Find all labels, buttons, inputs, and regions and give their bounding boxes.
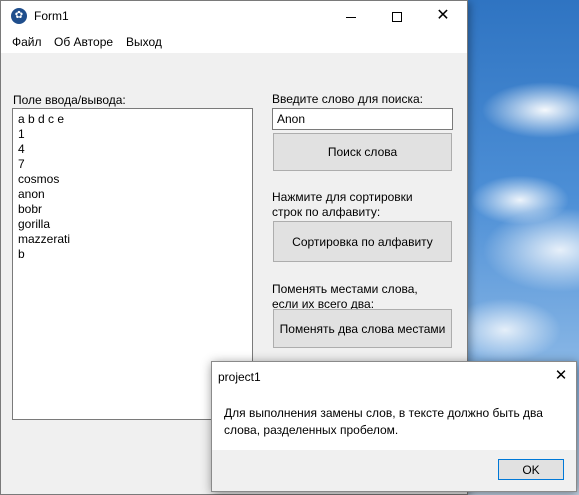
- dialog-title: project1: [218, 370, 261, 384]
- menu-bar: Файл Об Авторе Выход: [1, 31, 467, 53]
- sort-label-line2: строк по алфавиту:: [272, 205, 381, 219]
- dialog-message-line2: слова, разделенных пробелом.: [224, 423, 399, 437]
- io-line: 7: [18, 157, 25, 171]
- dialog-close-button[interactable]: ✕: [551, 366, 571, 386]
- close-icon: ✕: [436, 7, 450, 24]
- dialog-message-line1: Для выполнения замены слов, в тексте дол…: [224, 406, 543, 420]
- dialog-footer: OK: [212, 450, 576, 491]
- minimize-icon: [346, 16, 356, 18]
- window-title: Form1: [34, 9, 69, 23]
- paw-icon: ✿: [11, 8, 27, 24]
- io-line: b: [18, 247, 25, 261]
- io-line: gorilla: [18, 217, 51, 231]
- io-line: 4: [18, 142, 25, 156]
- message-dialog: project1 ✕ Для выполнения замены слов, в…: [211, 361, 577, 492]
- io-line: 1: [18, 127, 25, 141]
- minimize-button[interactable]: [328, 1, 374, 31]
- menu-file[interactable]: Файл: [12, 35, 42, 49]
- io-line: a b d c e: [18, 112, 65, 126]
- io-line: cosmos: [18, 172, 60, 186]
- search-word-button[interactable]: Поиск слова: [273, 133, 452, 171]
- swap-words-button[interactable]: Поменять два слова местами: [273, 309, 452, 348]
- close-button[interactable]: ✕: [420, 1, 466, 31]
- menu-exit[interactable]: Выход: [126, 35, 162, 49]
- title-bar[interactable]: ✿ Form1 ✕: [1, 1, 467, 31]
- search-input[interactable]: [272, 108, 453, 130]
- swap-label-line1: Поменять местами слова,: [272, 282, 418, 296]
- sort-alphabet-button[interactable]: Сортировка по алфавиту: [273, 221, 452, 262]
- maximize-icon: [392, 12, 402, 23]
- close-icon: ✕: [554, 367, 568, 384]
- io-line: bobr: [18, 202, 43, 216]
- search-label: Введите слово для поиска:: [272, 92, 424, 106]
- menu-about-author[interactable]: Об Авторе: [54, 35, 113, 49]
- ok-button[interactable]: OK: [498, 459, 564, 480]
- sort-label-line1: Нажмите для сортировки: [272, 190, 413, 204]
- io-field-label: Поле ввода/вывода:: [13, 93, 126, 107]
- io-line: mazzerati: [18, 232, 71, 246]
- io-line: anon: [18, 187, 45, 201]
- maximize-button[interactable]: [374, 1, 420, 31]
